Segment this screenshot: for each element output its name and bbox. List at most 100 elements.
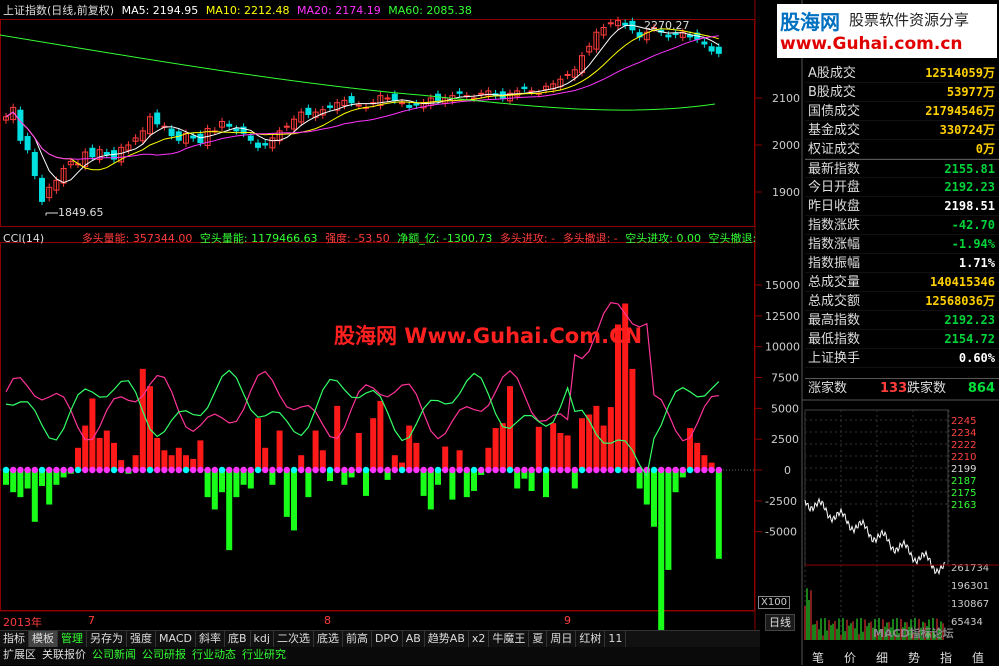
ma20-line [5, 35, 719, 160]
quote-label: 总成交额 [808, 294, 861, 309]
quote-row: 指数涨幅 -1.94% [805, 235, 999, 254]
x-month-7: 7 [88, 614, 95, 627]
toolbar-button[interactable]: 二次选 [274, 631, 314, 647]
quote-label: 基金成交 [808, 123, 861, 138]
detail-tab[interactable]: 指 [940, 649, 952, 666]
detail-tab[interactable]: 价 [844, 649, 856, 666]
cci-dot [182, 466, 190, 474]
cci-dot [614, 466, 622, 474]
quote-label: 国债成交 [808, 104, 861, 119]
quote-value: 140415346 [929, 275, 995, 289]
candle-body [168, 128, 175, 137]
candle-body [399, 102, 405, 105]
cci-dot [168, 466, 175, 474]
cci-dot [82, 466, 89, 474]
cci-dot [146, 466, 154, 474]
quote-row: 昨日收盘 2198.51 [805, 197, 999, 216]
detail-tab[interactable]: 细 [876, 649, 888, 666]
detail-tab[interactable]: 笔 [812, 649, 824, 666]
bear-retreat: 空头撤退: [708, 232, 757, 245]
toolbar-button[interactable]: kdj [251, 631, 274, 647]
cci-dot [362, 466, 370, 474]
quote-label: A股成交 [808, 66, 856, 81]
toolbar-button[interactable]: 底B [225, 631, 251, 647]
toolbar-button[interactable]: 行业研究 [239, 647, 289, 663]
candle-body [226, 123, 233, 127]
candle-body [31, 152, 38, 177]
toolbar-button[interactable]: 另存为 [87, 631, 127, 647]
toolbar-button[interactable]: 公司新闻 [89, 647, 139, 663]
toolbar-button[interactable]: 11 [605, 631, 627, 647]
quote-row: 国债成交 21794546万 [805, 102, 999, 121]
detail-tab[interactable]: 值 [972, 649, 984, 666]
quote-value: 330724万 [939, 123, 995, 137]
toolbar-button[interactable]: 底选 [314, 631, 343, 647]
detail-tab[interactable]: 势 [908, 649, 920, 666]
toolbar-button[interactable]: 公司研报 [139, 647, 189, 663]
quote-label: 权证成交 [808, 142, 861, 157]
toolbar-button[interactable]: 关联报价 [39, 647, 89, 663]
toolbar-button[interactable]: x2 [469, 631, 490, 647]
cci-tick-label: 15000 [765, 279, 800, 292]
cci-dot [218, 466, 226, 474]
cci-dot [132, 466, 139, 474]
toolbar-button[interactable]: MACD [156, 631, 196, 647]
quote-label: 最高指数 [808, 313, 861, 328]
mini-price-tick: 2222 [951, 440, 976, 451]
toolbar-button[interactable]: 管理 [58, 631, 87, 647]
toolbar-button[interactable]: 趋势AB [425, 631, 469, 647]
down-count-label: 跌家数 [907, 381, 947, 396]
candle-body [672, 32, 679, 36]
toolbar-button[interactable]: 周日 [547, 631, 577, 647]
cci-bar [485, 447, 492, 470]
cci-bar [665, 470, 672, 570]
cci-header: CCI(14) 多头量能: 357344.00 空头量能: 1179466.63… [3, 230, 756, 246]
toolbar-button[interactable]: 扩展区 [0, 647, 39, 663]
quote-value: -42.70 [951, 218, 995, 232]
toolbar-button[interactable]: AB [403, 631, 425, 647]
price-tick-label: 2000 [772, 139, 800, 152]
cci-dot [622, 466, 629, 474]
cci-bar [715, 470, 722, 559]
mini-price-tick: 2175 [951, 488, 976, 499]
cci-bar [543, 470, 549, 498]
cci-bar [600, 425, 607, 470]
toolbar-button[interactable]: 红树 [576, 631, 606, 647]
toolbar-button[interactable]: 强度 [127, 631, 156, 647]
toolbar-button[interactable]: 前高 [343, 631, 372, 647]
period-tab[interactable]: 日线 [765, 614, 795, 631]
toolbar-button[interactable]: 模板 [29, 631, 58, 647]
cci-dot [427, 466, 434, 474]
cci-dot [449, 466, 456, 474]
toolbar-button[interactable]: 指标 [0, 631, 29, 647]
cci-dot [240, 466, 247, 474]
cci-bar [82, 425, 89, 470]
toolbar-button[interactable]: 行业动态 [189, 647, 239, 663]
quote-label: 总成交量 [808, 275, 861, 290]
cci-bar [154, 437, 161, 470]
cci-dot [708, 466, 715, 474]
cci-dot [60, 466, 67, 474]
cci-bar [283, 470, 290, 517]
candle-body [305, 107, 312, 115]
mini-volume-tick: 196301 [951, 581, 989, 592]
cci-dot [233, 466, 240, 474]
ma20-label: MA20: 2174.19 [297, 4, 381, 17]
cci-bar [204, 470, 211, 498]
cci-dot [463, 466, 470, 474]
toolbar-button[interactable]: DPO [372, 631, 403, 647]
cci-bar [31, 470, 38, 522]
cci-bar [427, 470, 434, 510]
cci-bar [550, 423, 557, 470]
quote-value: 0万 [975, 142, 995, 156]
cci-bar [197, 440, 204, 470]
toolbar-button[interactable]: 夏 [529, 631, 548, 647]
mini-price-tick: 2199 [951, 464, 976, 475]
cci-dot [118, 466, 125, 474]
toolbar-button[interactable]: 斜率 [196, 631, 225, 647]
cci-dot [161, 466, 168, 474]
cci-bar [658, 470, 665, 631]
toolbar-button[interactable]: 牛魔王 [489, 631, 530, 647]
quote-row: 上证换手 0.60% [805, 349, 999, 368]
cci-dot [334, 466, 341, 474]
